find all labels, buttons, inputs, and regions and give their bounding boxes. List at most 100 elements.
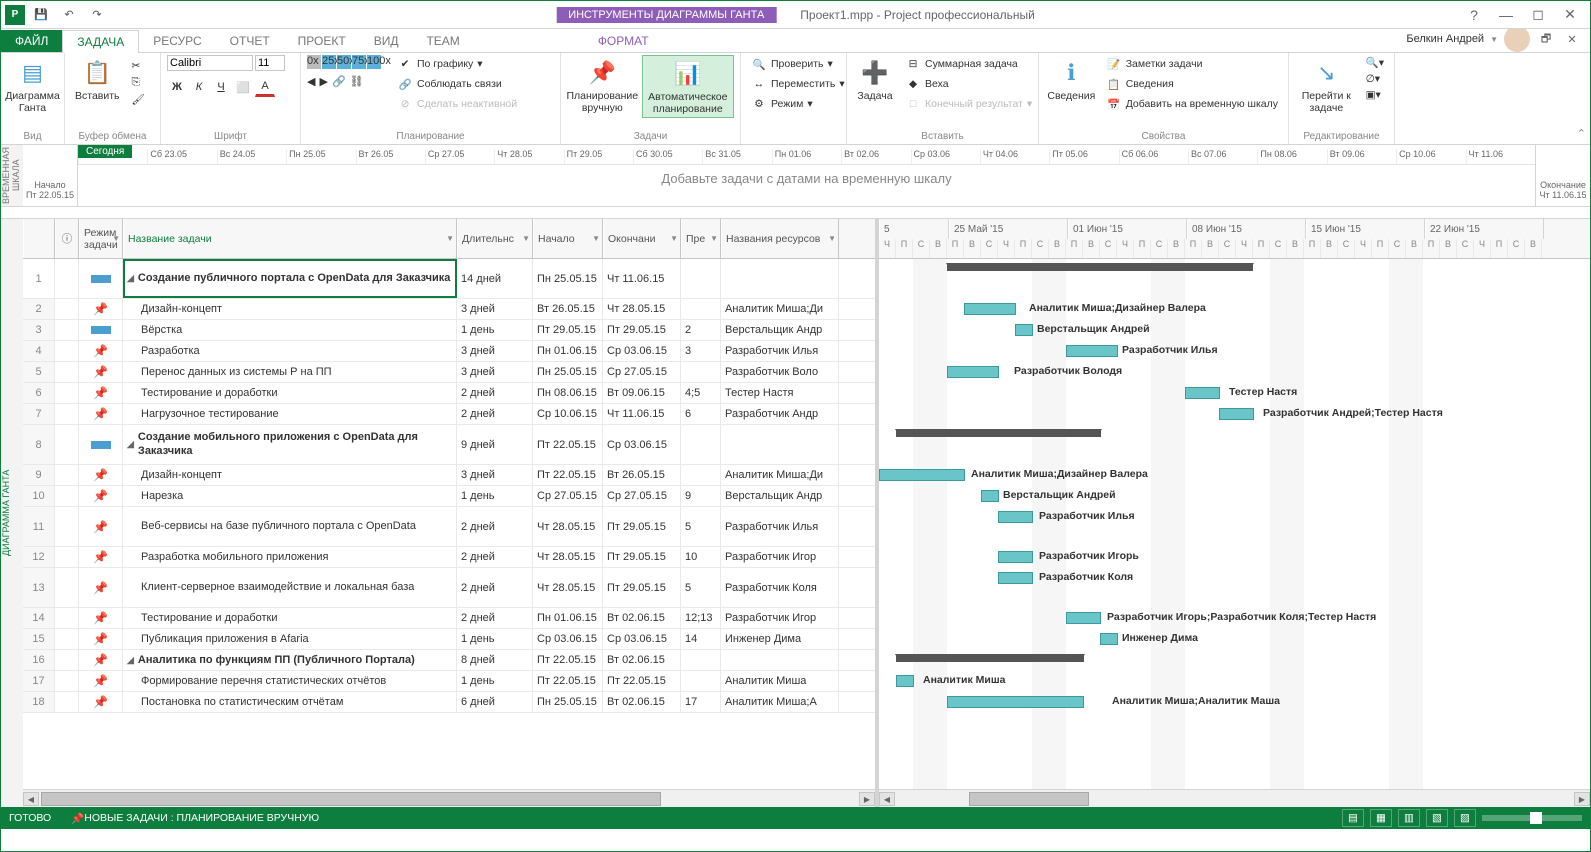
start-cell[interactable]: Пн 01.06.15: [533, 608, 603, 628]
tab-format[interactable]: ФОРМАТ: [584, 30, 663, 52]
finish-cell[interactable]: Пт 29.05.15: [603, 320, 681, 340]
redo-icon[interactable]: ↷: [85, 4, 109, 26]
resources-cell[interactable]: Разработчик Коля: [721, 568, 839, 607]
task-name-cell[interactable]: Тестирование и доработки: [123, 383, 457, 403]
row-mode-icon[interactable]: 📌: [79, 629, 123, 649]
row-info[interactable]: [55, 341, 79, 361]
task-button[interactable]: ➕Задача: [853, 55, 897, 105]
user-avatar[interactable]: [1504, 26, 1530, 52]
task-row[interactable]: 11📌Веб-сервисы на базе публичного портал…: [23, 507, 875, 547]
information-button[interactable]: ℹСведения: [1045, 55, 1098, 105]
row-info[interactable]: [55, 425, 79, 464]
task-name-cell[interactable]: Разработка: [123, 341, 457, 361]
start-cell[interactable]: Пт 22.05.15: [533, 465, 603, 485]
start-cell[interactable]: Пт 29.05.15: [533, 320, 603, 340]
row-number[interactable]: 18: [23, 692, 55, 712]
row-number[interactable]: 9: [23, 465, 55, 485]
row-info[interactable]: [55, 608, 79, 628]
row-mode-icon[interactable]: 📌: [79, 692, 123, 712]
predecessors-cell[interactable]: 10: [681, 547, 721, 567]
task-name-cell[interactable]: Формирование перечня статистических отчё…: [123, 671, 457, 691]
start-cell[interactable]: Пн 25.05.15: [533, 692, 603, 712]
resources-cell[interactable]: Аналитик Миша: [721, 671, 839, 691]
row-mode-icon[interactable]: 📌: [79, 547, 123, 567]
auto-schedule-button[interactable]: 📊Автоматическое планирование: [642, 55, 734, 118]
row-info[interactable]: [55, 692, 79, 712]
row-info[interactable]: [55, 507, 79, 546]
resources-cell[interactable]: Разработчик Илья: [721, 341, 839, 361]
row-info[interactable]: [55, 259, 79, 298]
details-button[interactable]: 📋Сведения: [1102, 75, 1282, 93]
gantt-chart-button[interactable]: ▤Диаграмма Ганта: [7, 55, 58, 116]
duration-cell[interactable]: 3 дней: [457, 362, 533, 382]
chart-scrollbar-h[interactable]: ◀ ▶: [879, 789, 1590, 807]
row-mode-icon[interactable]: 📌: [79, 299, 123, 319]
finish-cell[interactable]: Вт 09.06.15: [603, 383, 681, 403]
duration-cell[interactable]: 1 день: [457, 671, 533, 691]
task-row[interactable]: 2📌Дизайн-концепт3 днейВт 26.05.15Чт 28.0…: [23, 299, 875, 320]
task-row[interactable]: 10📌Нарезка1 деньСр 27.05.15Ср 27.05.159В…: [23, 486, 875, 507]
predecessors-cell[interactable]: [681, 362, 721, 382]
finish-cell[interactable]: Пт 22.05.15: [603, 671, 681, 691]
task-bar[interactable]: [998, 511, 1033, 523]
duration-cell[interactable]: 3 дней: [457, 465, 533, 485]
task-bar[interactable]: [1100, 633, 1118, 645]
duration-cell[interactable]: 2 дней: [457, 404, 533, 424]
copy-icon[interactable]: ⎘: [128, 75, 149, 90]
task-row[interactable]: 5📌Перенос данных из системы Р на ПП3 дне…: [23, 362, 875, 383]
manual-schedule-button[interactable]: 📌Планирование вручную: [567, 55, 638, 116]
start-cell[interactable]: Вт 26.05.15: [533, 299, 603, 319]
font-color-button[interactable]: A: [255, 77, 275, 97]
predecessors-cell[interactable]: 12;13: [681, 608, 721, 628]
row-mode-icon[interactable]: 📌: [79, 568, 123, 607]
start-cell[interactable]: Чт 28.05.15: [533, 568, 603, 607]
timeline-placeholder[interactable]: Добавьте задачи с датами на временную шк…: [78, 165, 1535, 186]
row-mode-icon[interactable]: [79, 425, 123, 464]
row-number[interactable]: 7: [23, 404, 55, 424]
finish-cell[interactable]: Ср 27.05.15: [603, 362, 681, 382]
zoom-slider[interactable]: [1482, 815, 1582, 821]
row-info[interactable]: [55, 568, 79, 607]
task-bar[interactable]: [998, 551, 1033, 563]
task-bar[interactable]: [1066, 612, 1101, 624]
task-bar[interactable]: [879, 469, 965, 481]
font-size-input[interactable]: [255, 55, 285, 71]
task-name-cell[interactable]: Веб-сервисы на базе публичного портала с…: [123, 507, 457, 546]
save-icon[interactable]: 💾: [29, 4, 53, 26]
predecessors-cell[interactable]: 17: [681, 692, 721, 712]
predecessors-cell[interactable]: [681, 650, 721, 670]
task-name-cell[interactable]: Вёрстка: [123, 320, 457, 340]
finish-cell[interactable]: Чт 28.05.15: [603, 299, 681, 319]
respect-links-button[interactable]: 🔗Соблюдать связи: [393, 75, 521, 93]
row-mode-icon[interactable]: 📌: [79, 404, 123, 424]
predecessors-cell[interactable]: [681, 299, 721, 319]
task-row[interactable]: 16📌◢Аналитика по функциям ПП (Публичного…: [23, 650, 875, 671]
header-resources[interactable]: Названия ресурсов▼: [721, 219, 839, 258]
duration-cell[interactable]: 2 дней: [457, 547, 533, 567]
task-name-cell[interactable]: Нарезка: [123, 486, 457, 506]
task-row[interactable]: 1◢Создание публичного портала с OpenData…: [23, 259, 875, 299]
fill-icon[interactable]: ▣▾: [1362, 88, 1388, 102]
start-cell[interactable]: Пт 22.05.15: [533, 671, 603, 691]
move-button[interactable]: ↔Переместить ▾: [747, 75, 849, 93]
row-info[interactable]: [55, 404, 79, 424]
predecessors-cell[interactable]: 14: [681, 629, 721, 649]
task-bar[interactable]: [947, 696, 1084, 708]
resources-cell[interactable]: Верстальщик Андр: [721, 320, 839, 340]
task-row[interactable]: 14📌Тестирование и доработки2 днейПн 01.0…: [23, 608, 875, 629]
task-row[interactable]: 3Вёрстка1 деньПт 29.05.15Пт 29.05.152Вер…: [23, 320, 875, 341]
row-number[interactable]: 5: [23, 362, 55, 382]
row-info[interactable]: [55, 299, 79, 319]
start-cell[interactable]: Ср 27.05.15: [533, 486, 603, 506]
resources-cell[interactable]: [721, 425, 839, 464]
resources-cell[interactable]: Аналитик Миша;Ди: [721, 465, 839, 485]
duration-cell[interactable]: 8 дней: [457, 650, 533, 670]
maximize-icon[interactable]: ◻: [1524, 5, 1552, 25]
resources-cell[interactable]: Инженер Дима: [721, 629, 839, 649]
row-number[interactable]: 4: [23, 341, 55, 361]
resources-cell[interactable]: Разработчик Игор: [721, 547, 839, 567]
summary-bar[interactable]: [896, 429, 1101, 437]
link-icon[interactable]: 🔗: [332, 75, 346, 88]
task-bar[interactable]: [964, 303, 1016, 315]
duration-cell[interactable]: 14 дней: [457, 259, 533, 298]
